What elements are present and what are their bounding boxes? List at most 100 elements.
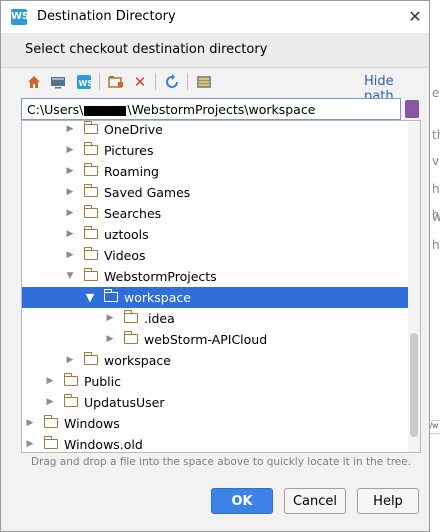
home-icon[interactable] bbox=[25, 73, 43, 91]
expand-arrow-icon[interactable]: ▶ bbox=[24, 413, 36, 434]
folder-icon bbox=[83, 268, 98, 281]
expand-arrow-icon[interactable]: ▶ bbox=[64, 350, 76, 371]
expand-arrow-icon[interactable]: ▶ bbox=[44, 392, 56, 413]
background-text: vi bbox=[432, 154, 440, 168]
redacted-username bbox=[84, 105, 127, 116]
tree-item-label: Public bbox=[84, 374, 121, 389]
folder-icon bbox=[63, 394, 78, 407]
tree-item[interactable]: ▶ workspace bbox=[22, 350, 408, 371]
background-text: w bbox=[432, 210, 440, 224]
folder-icon bbox=[83, 352, 98, 365]
cancel-button[interactable]: Cancel bbox=[284, 488, 346, 514]
folder-icon bbox=[63, 373, 78, 386]
background-text: h bbox=[432, 238, 440, 252]
tree-item-label: .idea bbox=[144, 311, 175, 326]
tree-item[interactable]: ▶ webStorm-APICloud bbox=[22, 329, 408, 350]
expand-arrow-icon[interactable]: ▶ bbox=[64, 161, 76, 182]
tree-item-label: workspace bbox=[124, 290, 191, 305]
tree-item-label: Videos bbox=[104, 248, 146, 263]
drag-drop-hint: Drag and drop a file into the space abov… bbox=[30, 456, 412, 468]
directory-tree[interactable]: ▶ OneDrive ▶ Pictures ▶ Roaming ▶ Saved Games ▶ S… bbox=[21, 120, 421, 453]
ok-button[interactable]: OK bbox=[211, 488, 273, 514]
tree-item[interactable]: ▶ Public bbox=[22, 371, 408, 392]
scrollbar-thumb[interactable] bbox=[410, 333, 418, 437]
expand-arrow-icon[interactable]: ▶ bbox=[24, 434, 36, 452]
path-history-icon[interactable] bbox=[405, 100, 419, 118]
tree-item[interactable]: ▼ workspace bbox=[22, 287, 408, 308]
svg-text:WS: WS bbox=[79, 79, 93, 88]
window-title: Destination Directory bbox=[37, 9, 176, 24]
delete-icon[interactable]: ✕ bbox=[131, 73, 149, 91]
tree-item-label: WebstormProjects bbox=[104, 269, 217, 284]
expand-arrow-icon[interactable]: ▶ bbox=[64, 203, 76, 224]
expand-arrow-icon[interactable]: ▶ bbox=[64, 245, 76, 266]
expand-arrow-icon[interactable]: ▶ bbox=[104, 329, 116, 350]
vertical-scrollbar[interactable] bbox=[408, 121, 420, 452]
folder-icon bbox=[83, 247, 98, 260]
tree-item[interactable]: ▶ .idea bbox=[22, 308, 408, 329]
path-input[interactable]: C:\Users\ \WebstormProjects\workspace bbox=[21, 98, 401, 120]
folder-icon bbox=[83, 226, 98, 239]
tree-item-label: OneDrive bbox=[104, 122, 163, 137]
folder-icon bbox=[83, 205, 98, 218]
tree-item[interactable]: ▶ UpdatusUser bbox=[22, 392, 408, 413]
show-hidden-icon[interactable] bbox=[195, 73, 213, 91]
expand-arrow-icon[interactable]: ▶ bbox=[64, 224, 76, 245]
folder-icon bbox=[83, 121, 98, 134]
dialog-description: Select checkout destination directory bbox=[25, 42, 268, 57]
new-folder-icon[interactable] bbox=[107, 73, 125, 91]
project-icon[interactable]: WS bbox=[75, 73, 93, 91]
header-panel: Select checkout destination directory bbox=[1, 33, 429, 68]
desktop-icon[interactable] bbox=[49, 73, 67, 91]
expand-arrow-icon[interactable]: ▶ bbox=[44, 371, 56, 392]
toolbar-separator bbox=[155, 74, 156, 90]
expand-arrow-icon[interactable]: ▶ bbox=[64, 182, 76, 203]
tree-item[interactable]: ▼ WebstormProjects bbox=[22, 266, 408, 287]
tree-item-label: webStorm-APICloud bbox=[144, 332, 268, 347]
background-text: e bbox=[432, 86, 440, 100]
tree-item[interactable]: ▶ Windows bbox=[22, 413, 408, 434]
expand-arrow-icon[interactable]: ▶ bbox=[104, 308, 116, 329]
background-text: h bbox=[432, 182, 440, 196]
toolbar-separator bbox=[187, 74, 188, 90]
folder-icon bbox=[123, 310, 138, 323]
tree-item[interactable]: ▶ Videos bbox=[22, 245, 408, 266]
tree-item[interactable]: ▶ Roaming bbox=[22, 161, 408, 182]
expand-arrow-icon[interactable]: ▶ bbox=[64, 121, 76, 140]
tree-item-label: Searches bbox=[104, 206, 162, 221]
ruler-right-text: /w bbox=[430, 421, 438, 430]
close-button[interactable]: ✕ bbox=[405, 7, 425, 27]
webstorm-icon: WS bbox=[11, 9, 29, 25]
path-prefix: C:\Users\ bbox=[27, 102, 84, 117]
tree-item[interactable]: ▶ Pictures bbox=[22, 140, 408, 161]
tree-item-label: Roaming bbox=[104, 164, 159, 179]
tree-item-label: workspace bbox=[104, 353, 171, 368]
folder-icon bbox=[83, 163, 98, 176]
destination-directory-dialog: WS Destination Directory ✕ Select checko… bbox=[0, 0, 430, 532]
tree-item[interactable]: ▶ Searches bbox=[22, 203, 408, 224]
tree-item-label: Windows bbox=[64, 416, 120, 431]
folder-icon bbox=[43, 415, 58, 428]
tree-item[interactable]: ▶ Windows.old bbox=[22, 434, 408, 452]
tree-item-label: Saved Games bbox=[104, 185, 191, 200]
tree-item-label: Pictures bbox=[104, 143, 154, 158]
tree-item[interactable]: ▶ Saved Games bbox=[22, 182, 408, 203]
folder-icon bbox=[123, 331, 138, 344]
expand-arrow-icon[interactable]: ▶ bbox=[64, 140, 76, 161]
toolbar: WS ✕ Hide path bbox=[21, 71, 421, 104]
collapse-arrow-icon[interactable]: ▼ bbox=[84, 287, 96, 308]
tree-item[interactable]: ▶ OneDrive bbox=[22, 121, 408, 140]
refresh-icon[interactable] bbox=[163, 73, 181, 91]
collapse-arrow-icon[interactable]: ▼ bbox=[64, 266, 76, 287]
folder-icon bbox=[83, 142, 98, 155]
path-suffix: \WebstormProjects\workspace bbox=[127, 102, 316, 117]
folder-icon bbox=[43, 436, 58, 449]
toolbar-separator bbox=[99, 74, 100, 90]
folder-icon bbox=[103, 289, 118, 302]
tree-item[interactable]: ▶ uztools bbox=[22, 224, 408, 245]
help-button[interactable]: Help bbox=[357, 488, 419, 514]
tree-item-label: Windows.old bbox=[64, 437, 143, 452]
title-bar[interactable]: WS Destination Directory ✕ bbox=[1, 1, 429, 33]
close-icon: ✕ bbox=[408, 7, 422, 26]
background-text: th bbox=[432, 128, 440, 142]
